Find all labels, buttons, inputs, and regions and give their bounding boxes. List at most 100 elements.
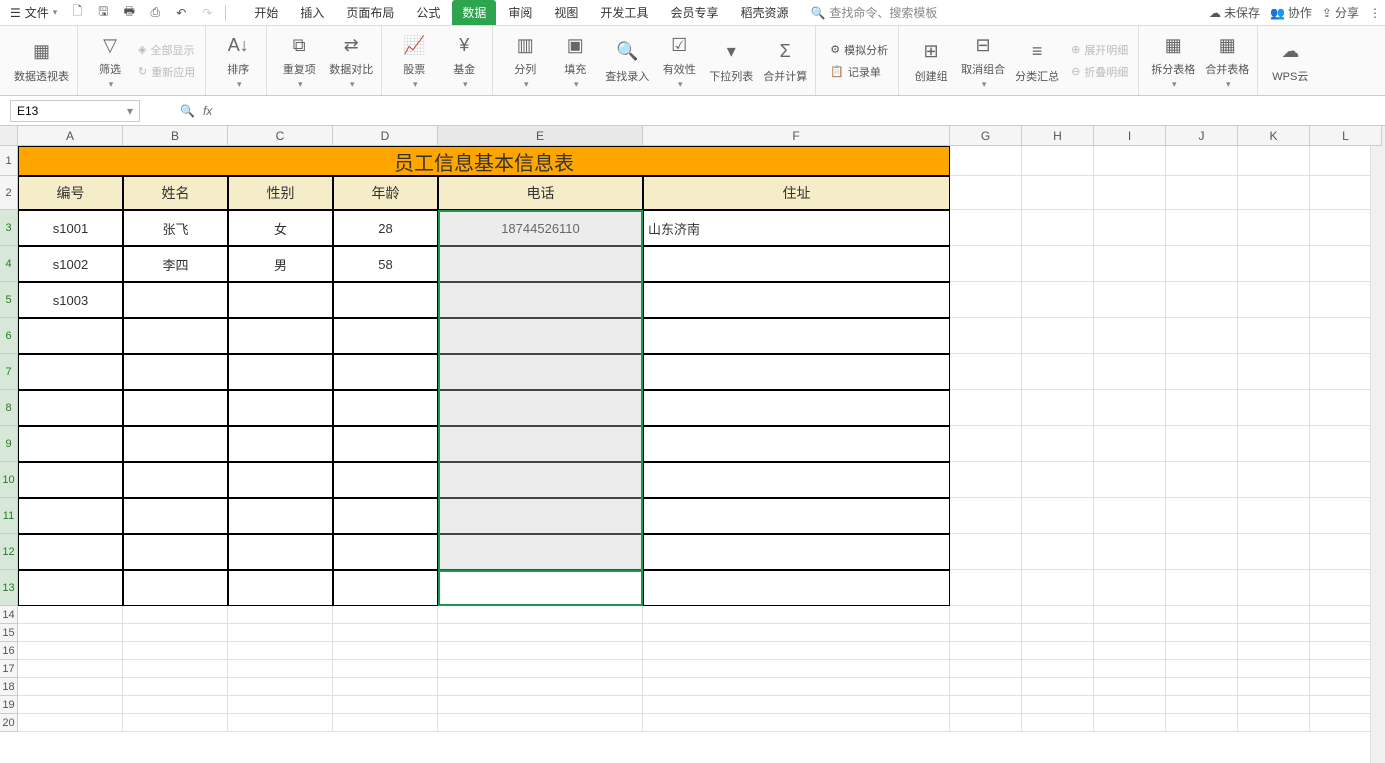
- cell-C14[interactable]: [228, 606, 333, 624]
- cell-I7[interactable]: [1094, 354, 1166, 390]
- cell-H15[interactable]: [1022, 624, 1094, 642]
- col-header-A[interactable]: A: [18, 126, 123, 146]
- table-cell-r7-c0[interactable]: [18, 462, 123, 498]
- show-all-button[interactable]: ◈全部显示: [136, 41, 197, 59]
- redo-icon[interactable]: ↷: [195, 2, 219, 24]
- cell-H9[interactable]: [1022, 426, 1094, 462]
- table-cell-r0-c2[interactable]: 女: [228, 210, 333, 246]
- table-cell-r5-c1[interactable]: [123, 390, 228, 426]
- cell-G17[interactable]: [950, 660, 1022, 678]
- table-cell-r6-c3[interactable]: [333, 426, 438, 462]
- table-header-3[interactable]: 年龄: [333, 176, 438, 210]
- share-button[interactable]: ⇪ 分享: [1322, 4, 1359, 21]
- group-button[interactable]: ⊞创建组: [911, 38, 951, 84]
- cell-K10[interactable]: [1238, 462, 1310, 498]
- table-cell-r9-c1[interactable]: [123, 534, 228, 570]
- table-cell-r6-c5[interactable]: [643, 426, 950, 462]
- command-search[interactable]: 🔍 查找命令、搜索模板: [810, 4, 937, 21]
- consolidate-button[interactable]: Σ合并计算: [763, 38, 807, 84]
- cell-I10[interactable]: [1094, 462, 1166, 498]
- cell-J1[interactable]: [1166, 146, 1238, 176]
- cell-H8[interactable]: [1022, 390, 1094, 426]
- name-box[interactable]: ▾: [10, 100, 140, 122]
- col-header-G[interactable]: G: [950, 126, 1022, 146]
- cell-H12[interactable]: [1022, 534, 1094, 570]
- cell-D19[interactable]: [333, 696, 438, 714]
- cell-G11[interactable]: [950, 498, 1022, 534]
- validity-button[interactable]: ☑有效性: [659, 31, 699, 90]
- col-header-J[interactable]: J: [1166, 126, 1238, 146]
- col-header-C[interactable]: C: [228, 126, 333, 146]
- cell-H13[interactable]: [1022, 570, 1094, 606]
- cell-F18[interactable]: [643, 678, 950, 696]
- cell-H7[interactable]: [1022, 354, 1094, 390]
- cell-I19[interactable]: [1094, 696, 1166, 714]
- cell-C17[interactable]: [228, 660, 333, 678]
- cell-I15[interactable]: [1094, 624, 1166, 642]
- file-menu[interactable]: ☰ 文件 ▾: [4, 4, 63, 21]
- row-header-14[interactable]: 14: [0, 606, 18, 624]
- new-icon[interactable]: 🗋: [65, 2, 89, 24]
- table-cell-r7-c1[interactable]: [123, 462, 228, 498]
- table-cell-r1-c4[interactable]: [438, 246, 643, 282]
- table-cell-r3-c2[interactable]: [228, 318, 333, 354]
- cell-B17[interactable]: [123, 660, 228, 678]
- row-header-8[interactable]: 8: [0, 390, 18, 426]
- expand-button[interactable]: ⊕展开明细: [1069, 41, 1130, 59]
- cell-J19[interactable]: [1166, 696, 1238, 714]
- cell-K4[interactable]: [1238, 246, 1310, 282]
- formula-input[interactable]: [220, 101, 1385, 121]
- row-header-13[interactable]: 13: [0, 570, 18, 606]
- cell-B18[interactable]: [123, 678, 228, 696]
- cell-J12[interactable]: [1166, 534, 1238, 570]
- table-cell-r1-c5[interactable]: [643, 246, 950, 282]
- table-cell-r8-c0[interactable]: [18, 498, 123, 534]
- cell-H5[interactable]: [1022, 282, 1094, 318]
- cell-J7[interactable]: [1166, 354, 1238, 390]
- droplist-button[interactable]: ▾下拉列表: [709, 38, 753, 84]
- table-cell-r3-c1[interactable]: [123, 318, 228, 354]
- cell-F20[interactable]: [643, 714, 950, 732]
- row-header-4[interactable]: 4: [0, 246, 18, 282]
- col-header-B[interactable]: B: [123, 126, 228, 146]
- cell-H16[interactable]: [1022, 642, 1094, 660]
- cell-I4[interactable]: [1094, 246, 1166, 282]
- cell-A20[interactable]: [18, 714, 123, 732]
- tab-view[interactable]: 视图: [544, 0, 588, 25]
- table-cell-r7-c3[interactable]: [333, 462, 438, 498]
- cell-H1[interactable]: [1022, 146, 1094, 176]
- cell-I2[interactable]: [1094, 176, 1166, 210]
- cell-G6[interactable]: [950, 318, 1022, 354]
- cell-K11[interactable]: [1238, 498, 1310, 534]
- tab-review[interactable]: 审阅: [498, 0, 542, 25]
- cell-I6[interactable]: [1094, 318, 1166, 354]
- tab-dev[interactable]: 开发工具: [590, 0, 658, 25]
- row-header-20[interactable]: 20: [0, 714, 18, 732]
- cell-I5[interactable]: [1094, 282, 1166, 318]
- table-cell-r2-c0[interactable]: s1003: [18, 282, 123, 318]
- name-box-input[interactable]: [17, 104, 107, 118]
- cell-B15[interactable]: [123, 624, 228, 642]
- cell-I18[interactable]: [1094, 678, 1166, 696]
- cell-H14[interactable]: [1022, 606, 1094, 624]
- table-cell-r4-c5[interactable]: [643, 354, 950, 390]
- cell-K17[interactable]: [1238, 660, 1310, 678]
- cell-A18[interactable]: [18, 678, 123, 696]
- table-cell-r3-c4[interactable]: [438, 318, 643, 354]
- tab-layout[interactable]: 页面布局: [336, 0, 404, 25]
- filter-button[interactable]: ▽筛选: [90, 31, 130, 90]
- cell-A19[interactable]: [18, 696, 123, 714]
- table-cell-r5-c2[interactable]: [228, 390, 333, 426]
- cell-D15[interactable]: [333, 624, 438, 642]
- cell-E20[interactable]: [438, 714, 643, 732]
- table-cell-r9-c4[interactable]: [438, 534, 643, 570]
- pivot-button[interactable]: ▦数据透视表: [14, 38, 69, 84]
- fund-button[interactable]: ¥基金: [444, 31, 484, 90]
- table-cell-r1-c2[interactable]: 男: [228, 246, 333, 282]
- cell-I16[interactable]: [1094, 642, 1166, 660]
- table-cell-r6-c2[interactable]: [228, 426, 333, 462]
- collab-button[interactable]: 👥 协作: [1270, 4, 1312, 21]
- cell-J5[interactable]: [1166, 282, 1238, 318]
- cell-J2[interactable]: [1166, 176, 1238, 210]
- cell-C18[interactable]: [228, 678, 333, 696]
